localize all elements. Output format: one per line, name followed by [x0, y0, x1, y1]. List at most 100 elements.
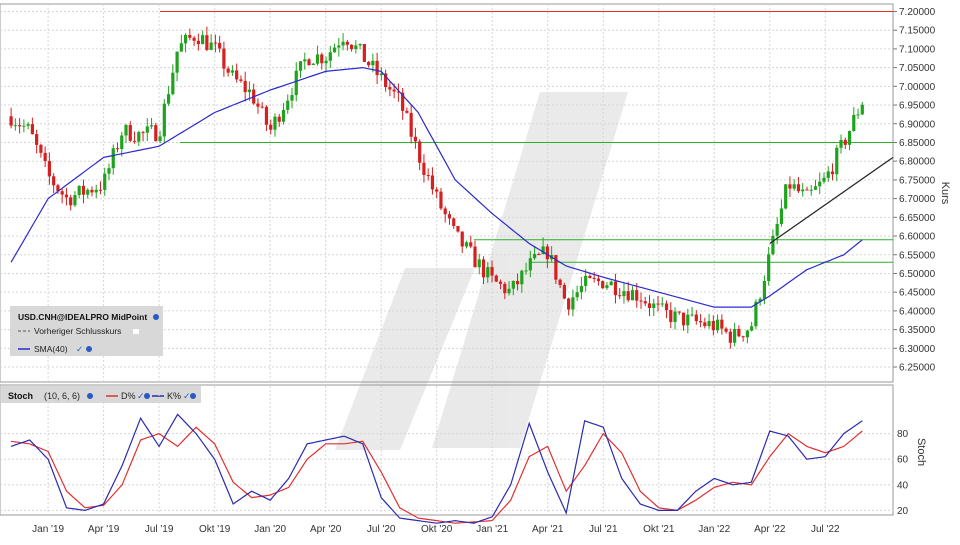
candle-body: [835, 147, 839, 175]
candle-body: [324, 60, 328, 64]
candle-body: [622, 291, 626, 297]
y-tick-label: 6.65000: [899, 213, 936, 224]
candle-body: [669, 310, 673, 323]
candle-body: [635, 290, 639, 301]
stoch-title: Stoch: [8, 391, 33, 401]
candle-body: [788, 184, 792, 189]
candle-body: [107, 168, 111, 174]
candle-body: [201, 35, 205, 45]
check-icon[interactable]: ✓: [183, 391, 191, 401]
candle-body: [26, 124, 30, 126]
candle-body: [405, 110, 409, 113]
candle-body: [9, 116, 13, 126]
globe-icon[interactable]: [144, 393, 150, 399]
y-tick-label: 6.80000: [899, 157, 936, 168]
globe-icon[interactable]: [86, 346, 92, 352]
candle-body: [847, 130, 852, 145]
candle-body: [643, 301, 647, 304]
candle-body: [660, 303, 664, 305]
candle-body: [494, 275, 498, 282]
candle-body: [94, 189, 98, 193]
candle-body: [18, 125, 22, 127]
candle-body: [630, 290, 635, 301]
candle-body: [315, 54, 320, 64]
candle-body: [218, 42, 222, 49]
candle-body: [90, 189, 94, 193]
candle-body: [711, 321, 715, 331]
candle-body: [192, 37, 196, 41]
candle-body: [73, 195, 77, 206]
stoch-y-axis-label: Stoch: [915, 438, 927, 466]
candle-body: [677, 311, 681, 313]
candle-body: [115, 148, 120, 150]
candle-body: [13, 125, 17, 127]
candle-body: [762, 280, 767, 299]
candle-body: [103, 173, 107, 190]
candle-body: [771, 235, 775, 255]
candle-body: [209, 42, 213, 50]
globe-icon[interactable]: [87, 393, 93, 399]
candle-body: [579, 285, 584, 293]
y-tick-label: 7.20000: [899, 7, 936, 18]
candle-body: [843, 139, 847, 145]
candle-body: [145, 126, 149, 133]
y-tick-label: 6.30000: [899, 344, 936, 355]
candle-body: [341, 41, 345, 46]
candle-body: [528, 258, 532, 271]
globe-icon[interactable]: [153, 314, 159, 320]
candle-body: [473, 246, 477, 268]
stoch-params: (10, 6, 6): [44, 391, 80, 401]
y-tick-label: 6.75000: [899, 175, 936, 186]
candle-body: [320, 54, 324, 64]
candle-body: [354, 45, 358, 50]
candle-body: [337, 45, 341, 48]
candle-body: [447, 214, 452, 219]
candle-body: [481, 259, 486, 278]
y-tick-label: 6.85000: [899, 138, 936, 149]
candle-body: [571, 297, 575, 310]
globe-icon[interactable]: [190, 393, 196, 399]
candle-body: [507, 288, 511, 294]
candle-body: [592, 277, 596, 279]
candle-body: [77, 185, 81, 196]
check-icon[interactable]: ✓: [137, 391, 145, 401]
stoch-tick-label: 20: [897, 506, 909, 517]
candle-body: [852, 114, 856, 131]
candle-body: [715, 319, 720, 331]
candle-body: [698, 321, 703, 323]
candle-body: [230, 70, 235, 73]
candle-body: [269, 124, 273, 130]
candle-body: [805, 189, 809, 191]
candle-body: [43, 152, 47, 162]
candle-body: [239, 79, 243, 81]
x-tick-label: Apr '19: [88, 524, 120, 535]
price-legend: USD.CNH@IDEALPRO MidPoint Vorheriger Sch…: [10, 306, 163, 356]
candle-body: [154, 125, 158, 142]
candle-body: [179, 43, 183, 52]
candle-body: [413, 136, 418, 142]
candle-body: [141, 132, 145, 134]
candle-body: [349, 44, 354, 50]
candle-body: [213, 42, 217, 44]
candle-body: [775, 223, 779, 236]
candle-body: [86, 189, 90, 195]
candle-body: [149, 125, 154, 127]
candle-body: [39, 144, 43, 153]
candle-body: [443, 208, 447, 215]
check-icon[interactable]: ✓: [76, 344, 83, 354]
candle-body: [545, 246, 549, 260]
candle-body: [298, 61, 303, 71]
candle-body: [303, 59, 307, 62]
candle-body: [750, 326, 754, 331]
candle-body: [294, 70, 298, 96]
checkbox-icon[interactable]: [133, 329, 139, 334]
candle-body: [826, 171, 830, 178]
candle-body: [613, 281, 618, 296]
candle-body: [596, 278, 601, 282]
candle-body: [362, 44, 366, 62]
candle-body: [737, 328, 741, 337]
candle-body: [456, 225, 460, 232]
candle-body: [703, 322, 707, 327]
x-axis-ticks: Jan '19 Apr '19 Jul '19 Okt '19 Jan '20 Apr '…: [32, 524, 840, 535]
x-tick-label: Jul '19: [145, 524, 174, 535]
